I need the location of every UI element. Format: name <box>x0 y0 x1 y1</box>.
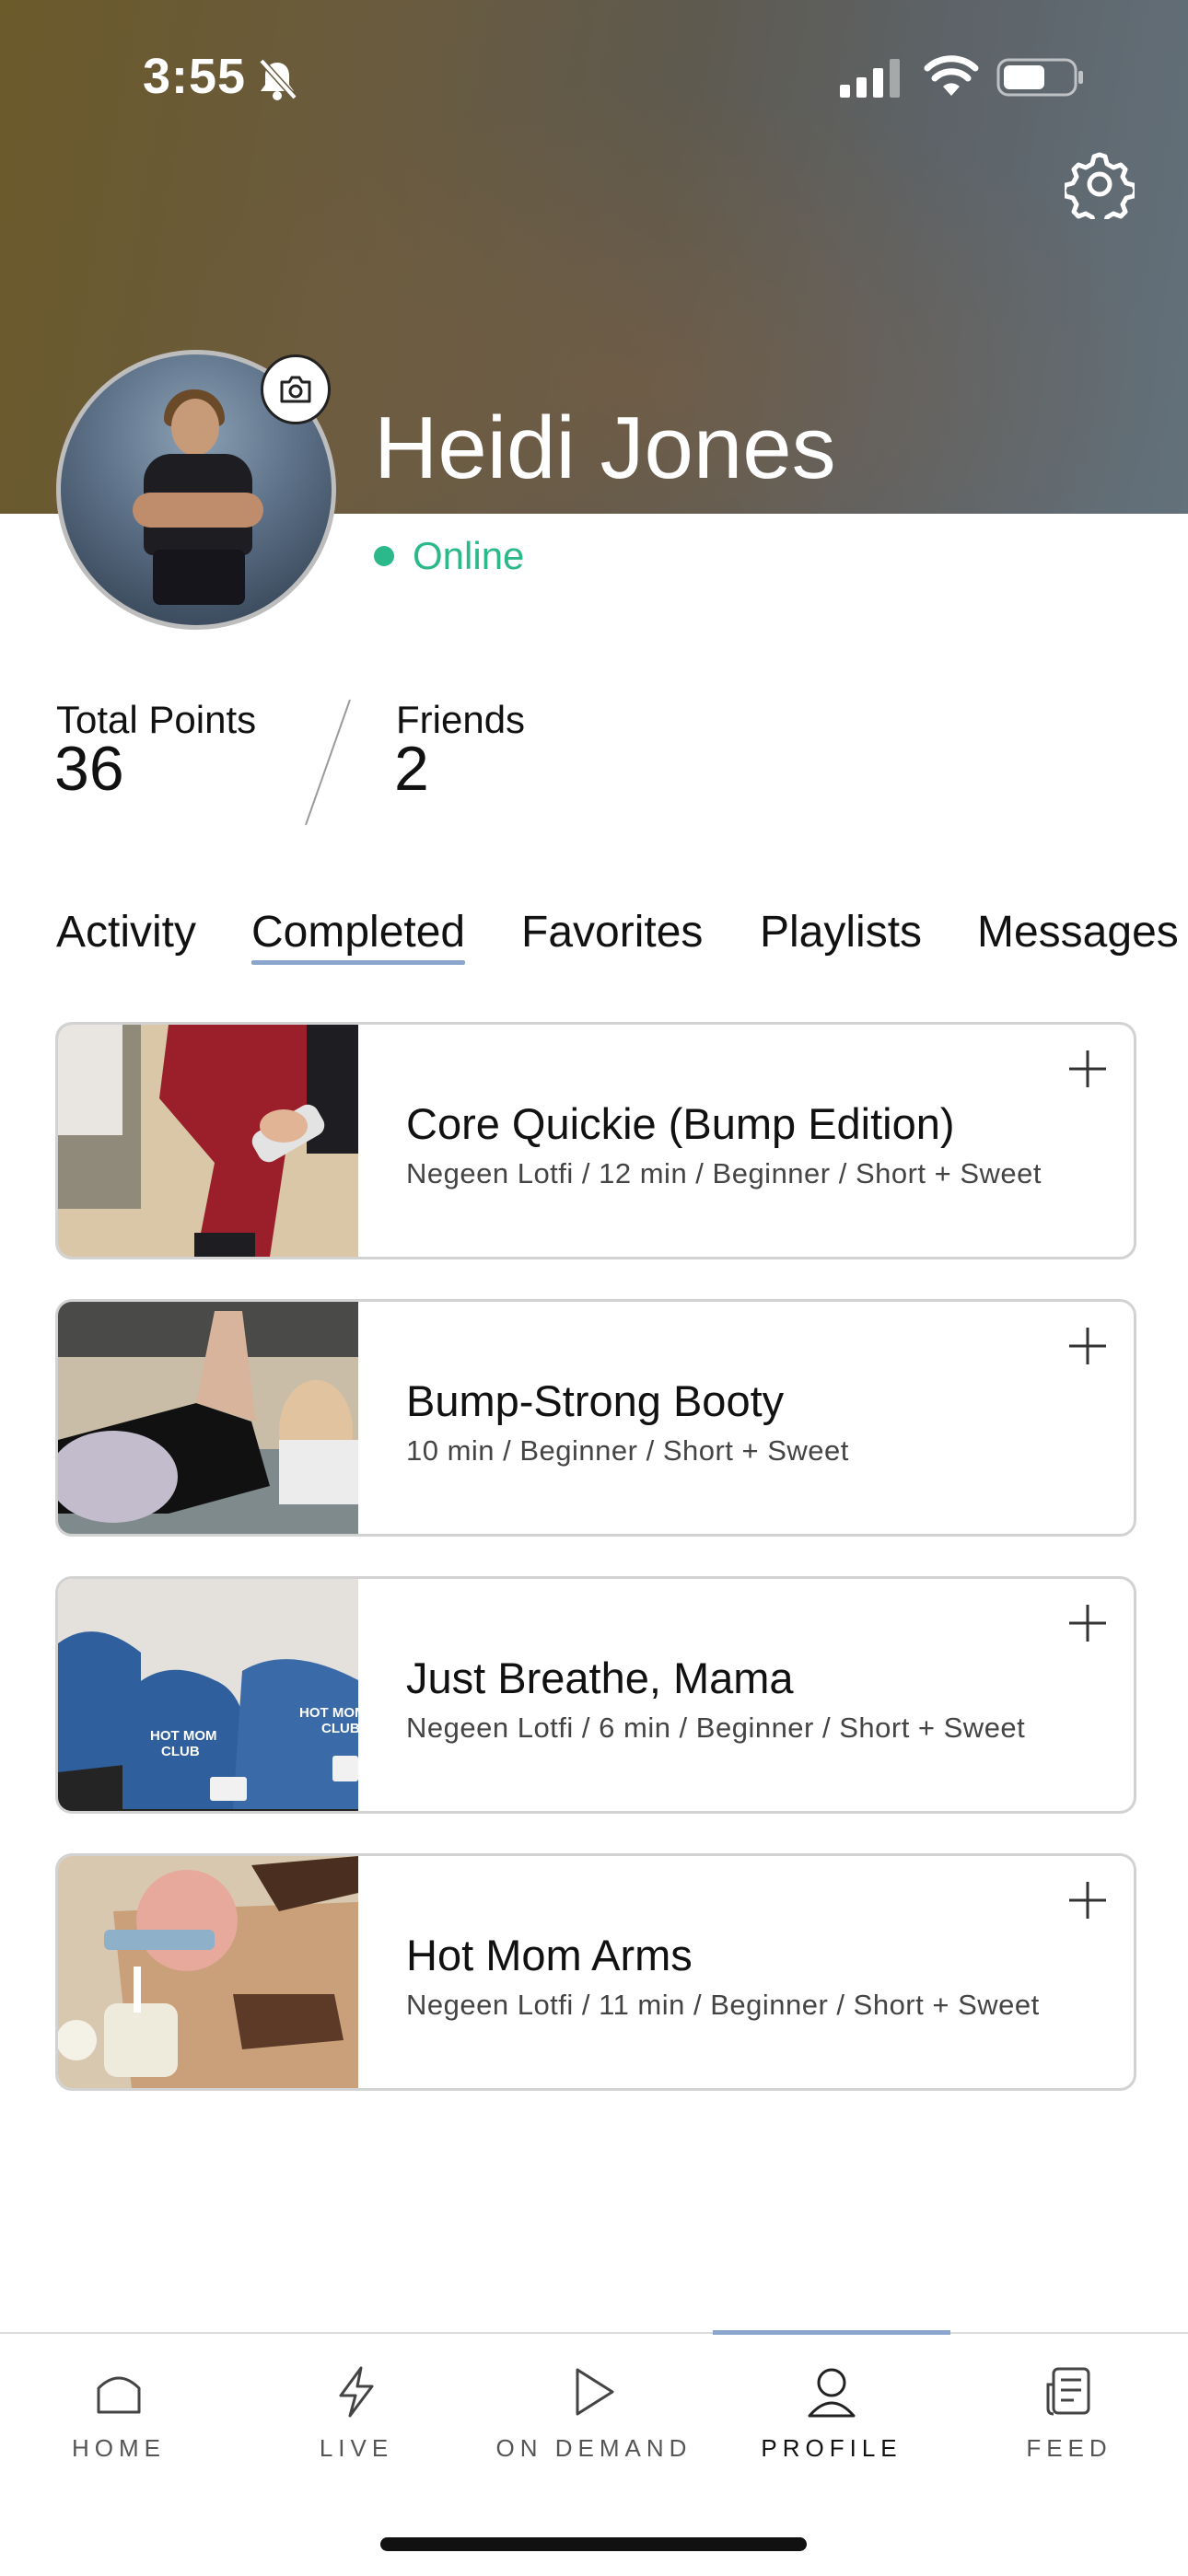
workout-card[interactable]: HOT MOM CLUB HOT MOM CLUB Just Breathe, … <box>55 1576 1136 1814</box>
camera-icon <box>280 376 311 403</box>
nav-home[interactable]: HOME <box>0 2362 238 2463</box>
person-icon <box>808 2368 856 2418</box>
battery-icon <box>996 58 1083 97</box>
workout-card[interactable]: Core Quickie (Bump Edition) Negeen Lotfi… <box>55 1022 1136 1259</box>
workout-meta: Negeen Lotfi / 11 min / Beginner / Short… <box>406 1989 1040 2021</box>
workout-meta: Negeen Lotfi / 6 min / Beginner / Short … <box>406 1712 1026 1744</box>
nav-label: HOME <box>72 2434 166 2462</box>
tab-playlists[interactable]: Playlists <box>760 907 922 957</box>
total-points-value: 36 <box>54 734 124 804</box>
cap-text: HOT MOM <box>150 1728 217 1744</box>
workout-title: Just Breathe, Mama <box>406 1654 794 1702</box>
workout-thumbnail <box>58 1302 358 1534</box>
tab-completed[interactable]: Completed <box>251 907 465 957</box>
nav-profile[interactable]: PROFILE <box>713 2362 950 2463</box>
workout-card[interactable]: Bump-Strong Booty 10 min / Beginner / Sh… <box>55 1299 1136 1537</box>
workout-title: Bump-Strong Booty <box>406 1376 785 1425</box>
active-nav-indicator <box>713 2330 950 2335</box>
nav-feed[interactable]: FEED <box>950 2362 1188 2463</box>
play-icon <box>576 2368 614 2416</box>
nav-live[interactable]: LIVE <box>238 2362 475 2463</box>
tab-favorites[interactable]: Favorites <box>521 907 703 957</box>
tab-activity[interactable]: Activity <box>56 907 196 957</box>
nav-on-demand[interactable]: ON DEMAND <box>475 2362 713 2463</box>
status-time: 3:55 <box>143 49 247 104</box>
online-status: Online <box>374 534 524 578</box>
news-icon <box>1046 2367 1090 2416</box>
avatar-arms <box>133 493 263 528</box>
nav-label: FEED <box>1026 2434 1112 2462</box>
avatar-shorts <box>153 550 245 605</box>
friends-value[interactable]: 2 <box>394 733 429 805</box>
add-plus-icon[interactable] <box>1067 1880 1108 1920</box>
workout-meta: Negeen Lotfi / 12 min / Beginner / Short… <box>406 1157 1042 1189</box>
workout-thumbnail: HOT MOM CLUB HOT MOM CLUB <box>58 1579 358 1811</box>
home-icon <box>97 2376 141 2414</box>
cellular-signal-icon <box>840 59 900 98</box>
workout-thumbnail <box>58 1025 358 1257</box>
home-indicator[interactable] <box>380 2537 807 2551</box>
tab-messages[interactable]: Messages <box>977 907 1179 957</box>
cap-text: CLUB <box>161 1744 200 1759</box>
avatar-head <box>171 399 219 456</box>
silent-bell-icon <box>259 58 297 100</box>
cap-text: HOT MOM <box>299 1705 358 1721</box>
nav-label: PROFILE <box>761 2434 903 2462</box>
nav-label: LIVE <box>319 2434 394 2462</box>
stats-divider <box>305 699 351 826</box>
wifi-icon <box>924 55 979 96</box>
add-plus-icon[interactable] <box>1067 1049 1108 1089</box>
profile-name: Heidi Jones <box>374 399 836 497</box>
workout-card[interactable]: Hot Mom Arms Negeen Lotfi / 11 min / Beg… <box>55 1853 1136 2091</box>
nav-label: ON DEMAND <box>495 2434 693 2462</box>
status-bar: 3:55 <box>0 0 1188 157</box>
cap-text: CLUB <box>321 1721 358 1736</box>
settings-gear-icon[interactable] <box>1065 149 1135 219</box>
workout-thumbnail <box>58 1856 358 2088</box>
online-dot-icon <box>374 546 394 566</box>
add-plus-icon[interactable] <box>1067 1603 1108 1643</box>
lightning-icon <box>339 2366 374 2418</box>
profile-tabs: Activity Completed Favorites Playlists M… <box>0 907 1188 971</box>
workout-title: Core Quickie (Bump Edition) <box>406 1099 955 1148</box>
workout-title: Hot Mom Arms <box>406 1931 693 1979</box>
add-plus-icon[interactable] <box>1067 1326 1108 1366</box>
active-tab-underline <box>251 960 465 965</box>
online-status-text: Online <box>413 534 525 577</box>
workout-meta: 10 min / Beginner / Short + Sweet <box>406 1434 849 1467</box>
change-photo-camera-icon[interactable] <box>261 354 331 424</box>
